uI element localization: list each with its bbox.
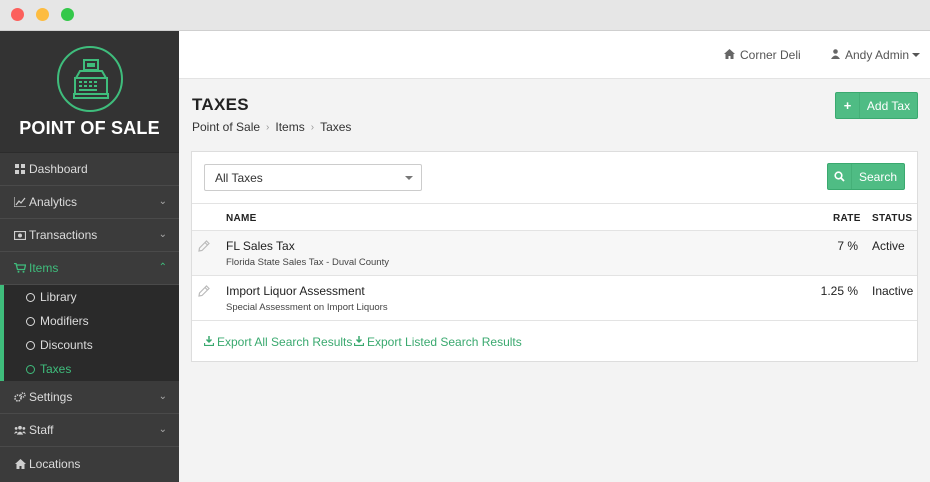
- cogs-icon: [14, 391, 26, 403]
- export-listed-link[interactable]: Export Listed Search Results: [353, 335, 522, 349]
- chevron-down-icon: ⌄: [158, 196, 167, 207]
- chevron-down-icon: ⌄: [158, 391, 167, 402]
- sidebar-item-dashboard[interactable]: Dashboard: [0, 153, 179, 186]
- search-button[interactable]: Search: [827, 163, 905, 190]
- cash-register-icon: [57, 46, 123, 112]
- breadcrumb-separator-icon: ›: [310, 121, 315, 133]
- sidebar-item-items[interactable]: Items ⌃: [0, 252, 179, 285]
- dashboard-icon: [14, 163, 26, 175]
- sidebar-item-label: Items: [29, 261, 59, 275]
- sidebar-item-label: Settings: [29, 390, 73, 404]
- sidebar: POINT OF SALE Dashboard Analytics ⌄ Tran…: [0, 31, 179, 482]
- sidebar-subitem-label: Taxes: [40, 362, 72, 376]
- sidebar-item-staff[interactable]: Staff ⌄: [0, 414, 179, 447]
- top-bar: Corner Deli Andy Admin: [179, 31, 930, 79]
- tax-description: Florida State Sales Tax - Duval County: [226, 257, 389, 268]
- circle-icon: [26, 292, 35, 302]
- sidebar-subitem-discounts[interactable]: Discounts: [26, 337, 93, 353]
- breadcrumb-taxes: Taxes: [320, 120, 352, 134]
- caret-down-icon: [405, 176, 413, 180]
- money-icon: [14, 229, 26, 241]
- location-selector[interactable]: Corner Deli: [724, 48, 801, 62]
- sidebar-subitem-modifiers[interactable]: Modifiers: [26, 313, 89, 329]
- line-chart-icon: [14, 196, 26, 208]
- logo-area: POINT OF SALE: [0, 31, 179, 153]
- tax-description: Special Assessment on Import Liquors: [226, 302, 388, 313]
- close-window-button[interactable]: [11, 8, 24, 21]
- user-icon: [831, 48, 840, 62]
- sidebar-item-label: Transactions: [29, 228, 98, 242]
- cart-icon: [14, 262, 26, 274]
- user-menu[interactable]: Andy Admin: [831, 48, 921, 62]
- search-button-label: Search: [858, 169, 898, 184]
- table-header: NAME RATE STATUS: [192, 203, 917, 231]
- add-tax-label: Add Tax: [866, 98, 911, 113]
- pencil-icon[interactable]: [198, 285, 210, 300]
- tax-name: FL Sales Tax: [226, 239, 295, 253]
- tax-filter-select[interactable]: All Taxes: [204, 164, 422, 191]
- sidebar-subitem-label: Library: [40, 290, 77, 304]
- maximize-window-button[interactable]: [61, 8, 74, 21]
- table-row[interactable]: Import Liquor Assessment Special Assessm…: [192, 276, 917, 321]
- breadcrumb-separator-icon: ›: [266, 121, 270, 133]
- users-icon: [14, 424, 26, 436]
- window-titlebar: [0, 0, 930, 31]
- table-row[interactable]: FL Sales Tax Florida State Sales Tax - D…: [192, 231, 917, 276]
- search-icon: [828, 164, 852, 189]
- sidebar-subitem-label: Modifiers: [40, 314, 89, 328]
- minimize-window-button[interactable]: [36, 8, 49, 21]
- export-listed-label: Export Listed Search Results: [367, 335, 522, 349]
- breadcrumb: Point of Sale › Items › Taxes: [192, 120, 351, 134]
- app-title: POINT OF SALE: [19, 118, 160, 138]
- chevron-down-icon: ⌄: [158, 229, 167, 240]
- export-all-label: Export All Search Results: [217, 335, 353, 349]
- location-name: Corner Deli: [740, 48, 801, 62]
- tax-status: Inactive: [872, 284, 914, 298]
- user-name: Andy Admin: [845, 48, 910, 62]
- sidebar-item-label: Staff: [29, 423, 54, 437]
- sidebar-subitem-library[interactable]: Library: [26, 289, 77, 305]
- sidebar-subitem-taxes[interactable]: Taxes: [26, 361, 71, 377]
- plus-icon: +: [836, 93, 860, 118]
- chevron-down-icon: ⌄: [158, 424, 167, 435]
- sidebar-item-settings[interactable]: Settings ⌄: [0, 381, 179, 414]
- pencil-icon[interactable]: [198, 240, 210, 255]
- tax-name: Import Liquor Assessment: [226, 284, 365, 298]
- taxes-panel: All Taxes NAME RATE STATUS FL Sales Tax …: [191, 151, 918, 362]
- circle-icon: [26, 364, 35, 374]
- column-header-status[interactable]: STATUS: [872, 213, 912, 224]
- column-header-rate[interactable]: RATE: [833, 213, 861, 224]
- circle-icon: [26, 316, 35, 326]
- page-title: TAXES: [192, 95, 249, 114]
- tax-rate: 1.25 %: [820, 284, 858, 298]
- tax-filter-value: All Taxes: [215, 170, 263, 185]
- breadcrumb-point-of-sale[interactable]: Point of Sale: [192, 120, 260, 134]
- sidebar-item-transactions[interactable]: Transactions ⌄: [0, 219, 179, 252]
- column-header-name[interactable]: NAME: [226, 213, 257, 224]
- breadcrumb-items[interactable]: Items: [275, 120, 304, 134]
- chevron-up-icon: ⌃: [158, 262, 167, 273]
- home-icon: [724, 48, 735, 62]
- sidebar-subitem-label: Discounts: [40, 338, 93, 352]
- download-icon: [203, 335, 215, 349]
- home-icon: [14, 458, 26, 470]
- tax-rate: 7 %: [837, 239, 858, 253]
- download-icon: [353, 335, 365, 349]
- sidebar-item-locations[interactable]: Locations: [0, 447, 179, 480]
- sidebar-item-analytics[interactable]: Analytics ⌄: [0, 186, 179, 219]
- caret-down-icon: [912, 53, 921, 57]
- sidebar-item-label: Dashboard: [29, 162, 88, 176]
- sidebar-item-label: Locations: [29, 456, 81, 471]
- add-tax-button[interactable]: + Add Tax: [835, 92, 918, 119]
- sidebar-item-label: Analytics: [29, 195, 78, 209]
- items-submenu: Library Modifiers Discounts Taxes: [0, 285, 179, 381]
- tax-status: Active: [872, 239, 905, 253]
- export-all-link[interactable]: Export All Search Results: [203, 335, 353, 349]
- circle-icon: [26, 340, 35, 350]
